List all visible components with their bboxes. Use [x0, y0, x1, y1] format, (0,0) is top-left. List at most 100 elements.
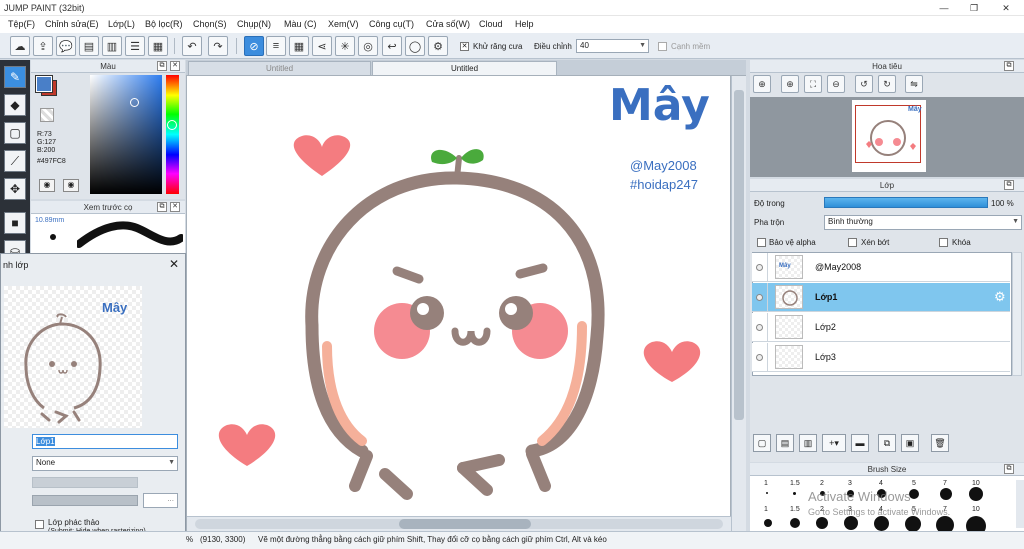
transparent-swatch[interactable]	[40, 108, 54, 122]
menu-cloud[interactable]: Cloud	[479, 19, 503, 29]
chat-icon[interactable]: 💬	[56, 36, 76, 56]
layer-name-input[interactable]: Lớp1	[32, 434, 178, 449]
menu-help[interactable]: Help	[515, 19, 534, 29]
grid-icon[interactable]: ▦	[148, 36, 168, 56]
folder-icon[interactable]: ▬	[851, 434, 869, 452]
blend-mode-select[interactable]: Bình thường ▼	[824, 215, 1022, 230]
size-option[interactable]: 1.5	[790, 480, 800, 487]
grid-ruler-icon[interactable]: ▦	[289, 36, 309, 56]
parallel-ruler-icon[interactable]: ≡	[266, 36, 286, 56]
size-dot[interactable]	[940, 488, 952, 500]
picker-cursor[interactable]	[130, 98, 139, 107]
layer-row-lop2[interactable]: Lớp2	[752, 313, 1010, 342]
layer-blend-select[interactable]: None ▼	[32, 456, 178, 471]
sketch-layer-checkbox[interactable]	[35, 520, 44, 529]
duplicate-layer-icon[interactable]: ▥	[799, 434, 817, 452]
layer-row-lop1[interactable]: Lớp1 ⚙	[752, 283, 1010, 312]
zoom-in-icon[interactable]: ⊕	[753, 75, 771, 93]
drawing-canvas[interactable]: Mây @May2008 #hoidap247	[187, 76, 730, 516]
zoom-in-alt-icon[interactable]: ⊕	[781, 75, 799, 93]
redo-icon[interactable]: ↷	[208, 36, 228, 56]
vertical-scroll-thumb[interactable]	[734, 90, 744, 420]
hue-cursor[interactable]	[167, 120, 177, 130]
copy-layer-icon[interactable]: ⧉	[878, 434, 896, 452]
menu-capture[interactable]: Chụp(N)	[237, 19, 271, 29]
panel-float-icon[interactable]: ⧉	[1004, 61, 1014, 71]
horizontal-scroll-thumb[interactable]	[399, 519, 531, 529]
menu-window[interactable]: Cửa số(W)	[426, 19, 470, 29]
menu-layer[interactable]: Lớp(L)	[108, 19, 135, 29]
visibility-icon[interactable]	[756, 354, 763, 361]
size-option[interactable]: 10	[972, 480, 980, 487]
document-icon[interactable]: ▥	[102, 36, 122, 56]
close-icon[interactable]: ✕	[169, 257, 179, 271]
size-dot[interactable]	[816, 517, 828, 529]
snap-off-icon[interactable]: ⊘	[244, 36, 264, 56]
protect-alpha-checkbox[interactable]	[757, 238, 766, 247]
comment-icon[interactable]: ▤	[79, 36, 99, 56]
layer-row-lop3[interactable]: Lớp3	[752, 343, 1010, 372]
gear-icon[interactable]: ⚙	[994, 289, 1006, 305]
panel-float-icon[interactable]: ⧉	[157, 202, 167, 212]
panel-close-icon[interactable]: ✕	[170, 202, 180, 212]
menu-select[interactable]: Chọn(S)	[193, 19, 227, 29]
size-option[interactable]: 1.5	[790, 506, 800, 513]
fit-screen-icon[interactable]: ⛶	[804, 75, 822, 93]
eraser-tool-icon[interactable]: ◆	[4, 94, 26, 116]
brush-size-scrollbar[interactable]	[1016, 480, 1024, 528]
antialias-checkbox[interactable]: ✕	[460, 42, 469, 51]
menu-view[interactable]: Xem(V)	[328, 19, 359, 29]
menu-filter[interactable]: Bộ lọc(R)	[145, 19, 183, 29]
list-icon[interactable]: ☰	[125, 36, 145, 56]
size-option[interactable]: 1	[764, 506, 768, 513]
select-rect-icon[interactable]: ▢	[4, 122, 26, 144]
settings-icon[interactable]: ⚙	[428, 36, 448, 56]
menu-edit[interactable]: Chỉnh sửa(E)	[45, 19, 99, 29]
flip-icon[interactable]: ⇋	[905, 75, 923, 93]
foreground-color-swatch[interactable]	[35, 75, 53, 93]
curve-icon[interactable]: ↩	[382, 36, 402, 56]
size-option[interactable]: 2	[820, 480, 824, 487]
lock-checkbox[interactable]	[939, 238, 948, 247]
ellipse-icon[interactable]: ◯	[405, 36, 425, 56]
visibility-icon[interactable]	[756, 324, 763, 331]
soft-edge-checkbox[interactable]	[658, 42, 667, 51]
menu-file[interactable]: Tệp(F)	[8, 19, 35, 29]
zoom-out-icon[interactable]: ⊖	[827, 75, 845, 93]
restore-button[interactable]: ❐	[964, 1, 984, 15]
panel-float-icon[interactable]: ⧉	[1004, 180, 1014, 190]
clipping-checkbox[interactable]	[848, 238, 857, 247]
horizontal-scrollbar[interactable]	[187, 516, 731, 531]
size-dot[interactable]	[905, 516, 921, 532]
line-tool-icon[interactable]: ⟋	[4, 150, 26, 172]
size-option[interactable]: 7	[943, 480, 947, 487]
upload-icon[interactable]: ⇪	[33, 36, 53, 56]
visibility-icon[interactable]	[756, 264, 763, 271]
new-layer-alt-icon[interactable]: ▤	[776, 434, 794, 452]
add-layer-menu-icon[interactable]: +▾	[822, 434, 846, 452]
tab-untitled-1[interactable]: Untitled	[188, 61, 371, 75]
eyedropper-icon[interactable]: ◉	[63, 179, 79, 192]
panel-close-icon[interactable]: ✕	[170, 61, 180, 71]
visibility-icon[interactable]	[756, 294, 763, 301]
size-option[interactable]: 5	[912, 480, 916, 487]
size-dot[interactable]	[790, 518, 800, 528]
hue-slider[interactable]	[166, 75, 179, 194]
opacity-slider[interactable]	[824, 197, 988, 208]
close-button[interactable]: ✕	[996, 1, 1016, 15]
layer-list-scrollbar[interactable]	[1012, 252, 1022, 376]
panel-float-icon[interactable]: ⧉	[1004, 464, 1014, 474]
tab-untitled-2[interactable]: Untitled	[372, 61, 557, 75]
navigator-thumbnail[interactable]: Mây	[852, 100, 926, 172]
brush-tool-icon[interactable]: ✎	[4, 66, 26, 88]
palette-icon[interactable]: ◉	[39, 179, 55, 192]
move-tool-icon[interactable]: ✥	[4, 178, 26, 200]
size-dot[interactable]	[764, 519, 772, 527]
menu-tools[interactable]: Công cụ(T)	[369, 19, 414, 29]
merge-layer-icon[interactable]: ▣	[901, 434, 919, 452]
undo-icon[interactable]: ↶	[182, 36, 202, 56]
size-option[interactable]: 1	[764, 480, 768, 487]
layer-row-may2008[interactable]: Mây @May2008	[752, 253, 1010, 282]
minimize-button[interactable]: —	[934, 1, 954, 15]
trash-icon[interactable]: 🗑	[931, 434, 949, 452]
